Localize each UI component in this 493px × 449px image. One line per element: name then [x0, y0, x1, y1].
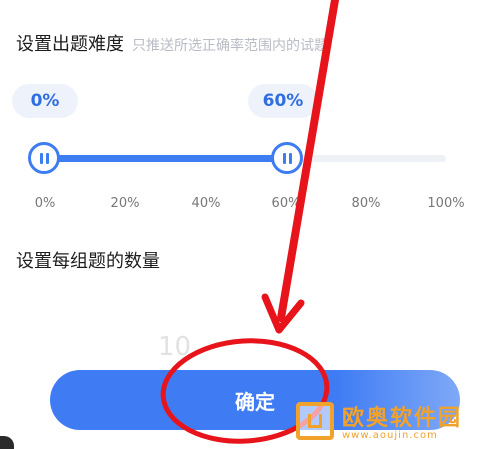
tick-label: 80%: [351, 196, 381, 211]
slider-min-handle[interactable]: [28, 142, 60, 174]
slider-max-handle[interactable]: [271, 142, 303, 174]
slider-selected-range: [42, 155, 286, 162]
watermark: 欧奥软件园 www.aoujin.com: [296, 400, 462, 441]
difficulty-title: 设置出题难度: [16, 34, 124, 55]
grip-icon: [45, 152, 49, 164]
screen-corner: [0, 436, 14, 449]
range-min-bubble: 0%: [12, 84, 78, 118]
grip-icon: [39, 152, 43, 164]
tick-label: 20%: [110, 196, 140, 211]
watermark-url: www.aoujin.com: [342, 430, 438, 441]
watermark-logo-icon: [296, 401, 334, 440]
range-max-bubble: 60%: [248, 84, 318, 118]
count-title: 设置每组题的数量: [16, 251, 160, 272]
tick-label: 0%: [34, 196, 56, 211]
tick-label: 100%: [427, 196, 465, 211]
difficulty-header: 设置出题难度 只推送所选正确率范围内的试题: [16, 30, 328, 56]
annotation-arrow-head: [261, 293, 305, 334]
grip-icon: [288, 152, 292, 164]
tick-label: 60%: [271, 196, 301, 211]
grip-icon: [282, 152, 286, 164]
tick-label: 40%: [191, 196, 221, 211]
watermark-text: 欧奥软件园: [342, 406, 463, 431]
slider-tick-labels: 0% 20% 40% 60% 80% 100%: [0, 196, 493, 214]
count-picker-value[interactable]: 10: [158, 332, 191, 362]
difficulty-subtitle: 只推送所选正确率范围内的试题: [132, 38, 328, 54]
